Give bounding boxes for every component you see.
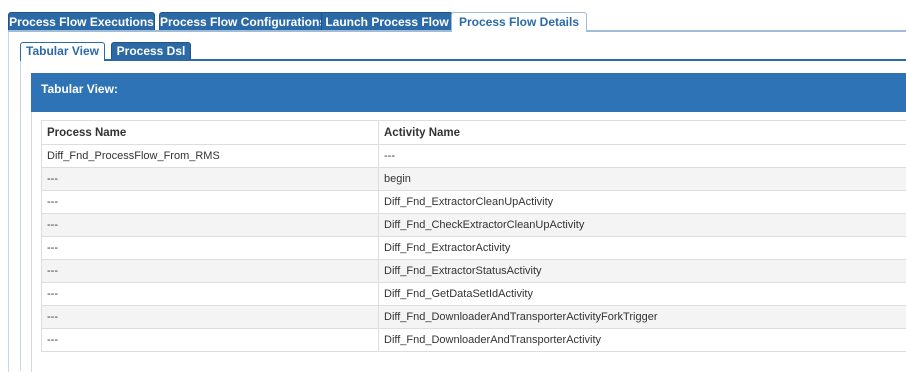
table-row[interactable]: --- Diff_Fnd_ExtractorCleanUpActivity [42, 191, 906, 214]
activity-name-cell: Diff_Fnd_ExtractorCleanUpActivity [379, 191, 906, 214]
tabular-view-title: Tabular View: [41, 82, 118, 96]
process-name-cell: --- [42, 260, 379, 283]
column-header-activity-name[interactable]: Activity Name [379, 121, 906, 145]
table-row[interactable]: --- Diff_Fnd_DownloaderAndTransporterAct… [42, 329, 906, 352]
tab-tabular-view[interactable]: Tabular View [20, 42, 105, 61]
process-name-cell: --- [42, 168, 379, 191]
process-name-cell: --- [42, 329, 379, 352]
tab-process-flow-executions[interactable]: Process Flow Executions [8, 12, 155, 30]
activity-name-cell: Diff_Fnd_CheckExtractorCleanUpActivity [379, 214, 906, 237]
table-row[interactable]: --- Diff_Fnd_ExtractorActivity [42, 237, 906, 260]
tab-process-dsl[interactable]: Process Dsl [111, 42, 191, 59]
table-row[interactable]: --- Diff_Fnd_DownloaderAndTransporterAct… [42, 306, 906, 329]
tab-launch-process-flow[interactable]: Launch Process Flow [321, 12, 453, 30]
activity-name-cell: begin [379, 168, 906, 191]
activity-name-cell: Diff_Fnd_ExtractorActivity [379, 237, 906, 260]
process-name-cell: --- [42, 237, 379, 260]
process-name-cell: --- [42, 214, 379, 237]
process-name-cell: --- [42, 283, 379, 306]
process-name-cell: --- [42, 191, 379, 214]
table-header-row: Process Name Activity Name [42, 121, 906, 145]
sub-tab-bar: Tabular View Process Dsl [20, 42, 906, 61]
table-row[interactable]: Diff_Fnd_ProcessFlow_From_RMS --- [42, 145, 906, 168]
activity-name-cell: Diff_Fnd_GetDataSetIdActivity [379, 283, 906, 306]
table-row[interactable]: --- begin [42, 168, 906, 191]
main-tab-bar: Process Flow Executions Process Flow Con… [8, 12, 906, 32]
column-header-process-name[interactable]: Process Name [42, 121, 379, 145]
activity-name-cell: --- [379, 145, 906, 168]
activity-name-cell: Diff_Fnd_ExtractorStatusActivity [379, 260, 906, 283]
activity-name-cell: Diff_Fnd_DownloaderAndTransporterActivit… [379, 306, 906, 329]
table-row[interactable]: --- Diff_Fnd_CheckExtractorCleanUpActivi… [42, 214, 906, 237]
process-activity-table: Process Name Activity Name Diff_Fnd_Proc… [41, 120, 906, 352]
tab-process-flow-configurations[interactable]: Process Flow Configurations [159, 12, 325, 30]
table-row[interactable]: --- Diff_Fnd_GetDataSetIdActivity [42, 283, 906, 306]
process-name-cell: Diff_Fnd_ProcessFlow_From_RMS [42, 145, 379, 168]
tab-process-flow-details[interactable]: Process Flow Details [451, 12, 587, 32]
process-name-cell: --- [42, 306, 379, 329]
tabular-view-header: Tabular View: [31, 73, 906, 112]
activity-name-cell: Diff_Fnd_DownloaderAndTransporterActivit… [379, 329, 906, 352]
table-row[interactable]: --- Diff_Fnd_ExtractorStatusActivity [42, 260, 906, 283]
